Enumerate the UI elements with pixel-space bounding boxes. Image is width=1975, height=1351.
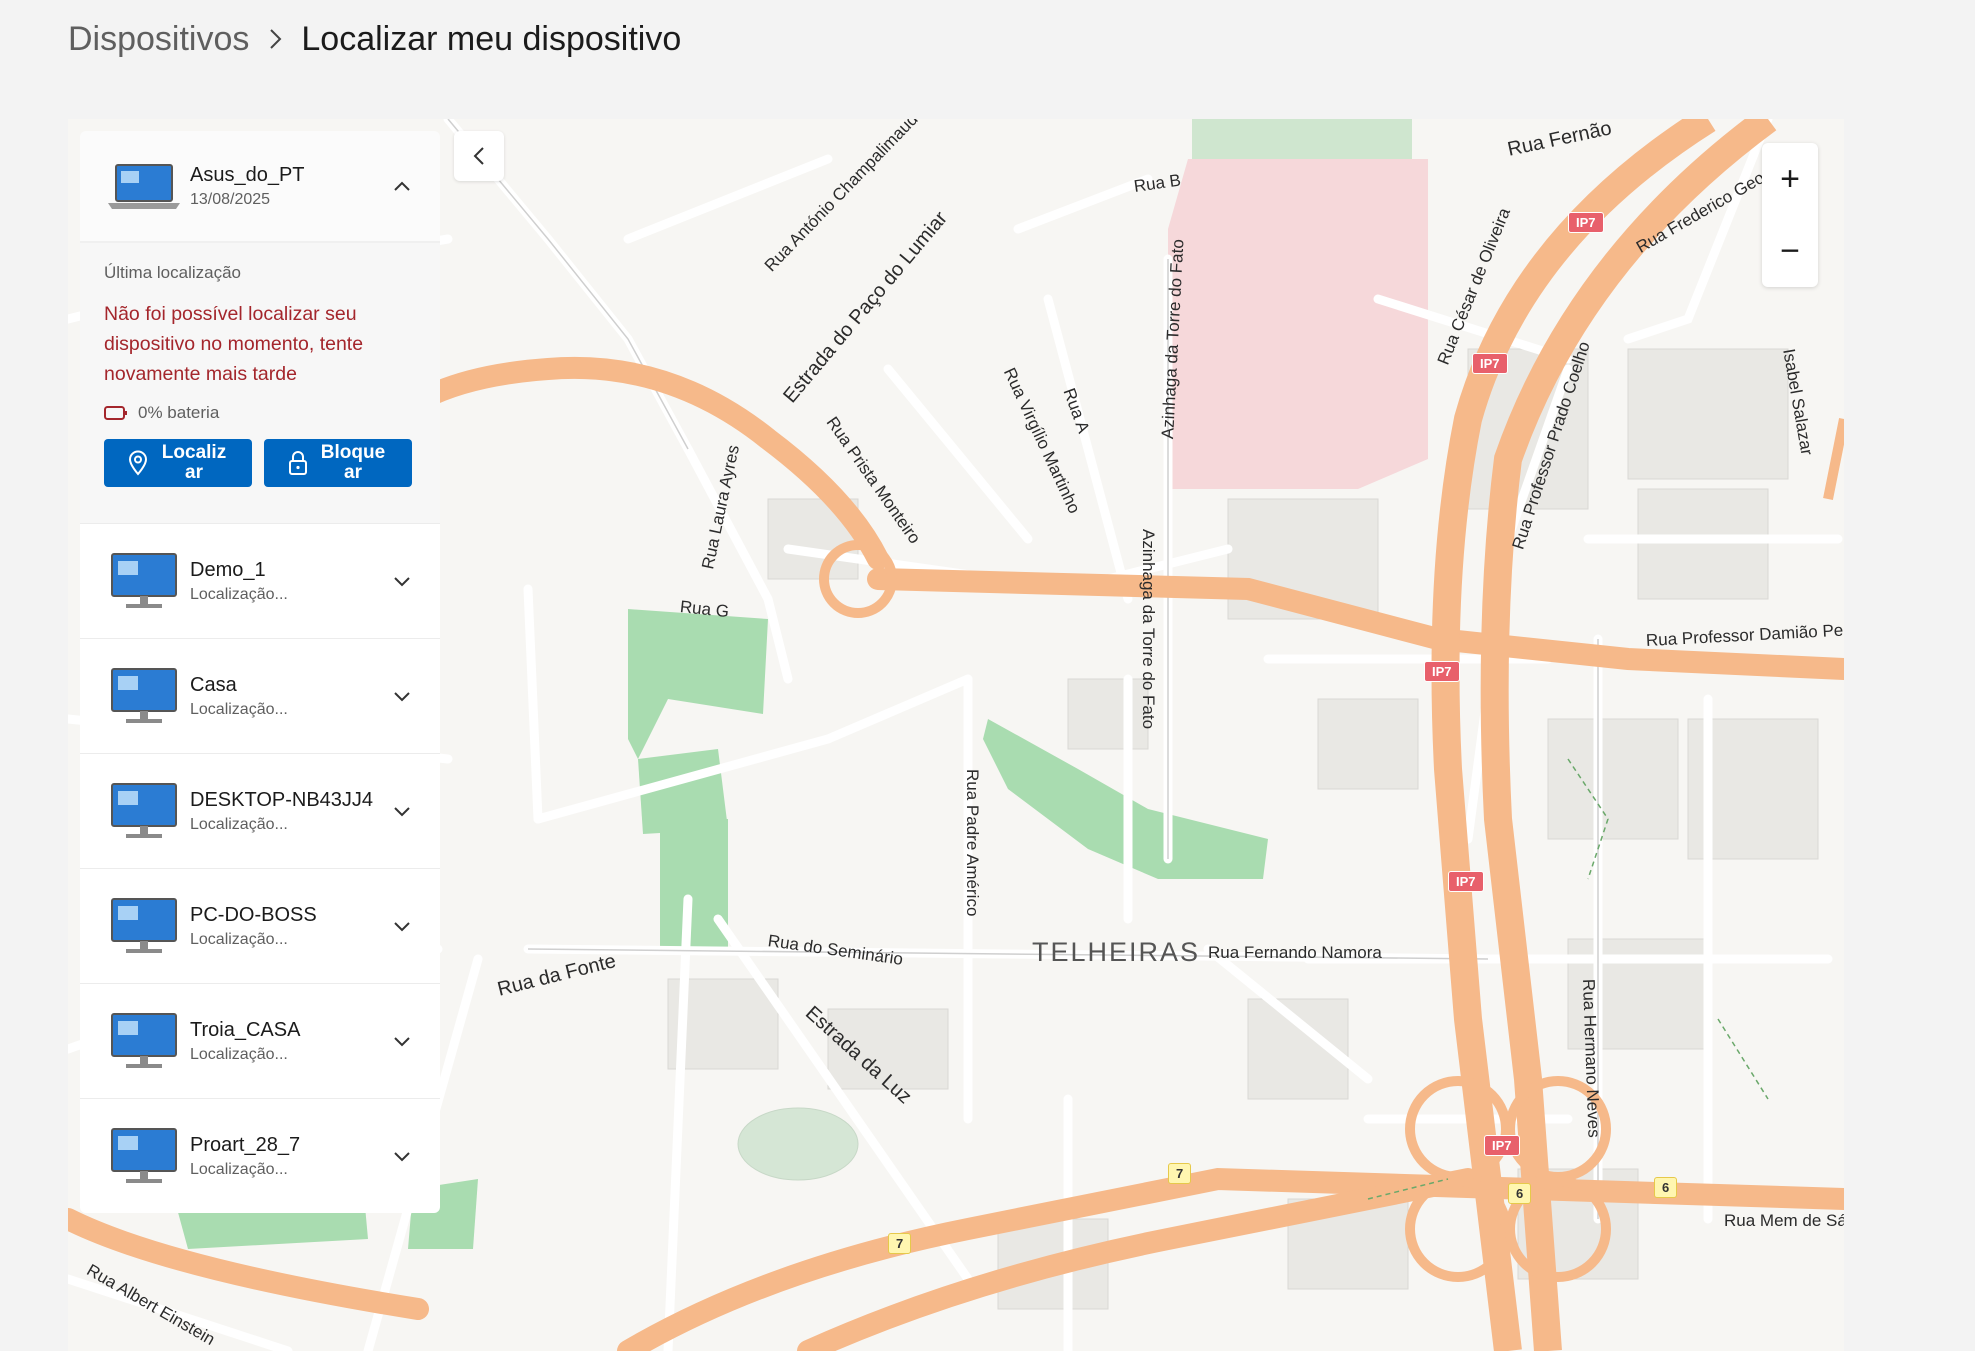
- desktop-icon: [111, 1128, 177, 1183]
- device-name: Troia_CASA: [190, 1018, 301, 1041]
- device-name: Asus_do_PT: [190, 163, 305, 186]
- desktop-icon: [111, 898, 177, 953]
- location-pin-icon: [128, 450, 148, 476]
- desktop-icon: [111, 668, 177, 723]
- chevron-up-icon[interactable]: [388, 172, 416, 200]
- device-status: Localização...: [190, 700, 288, 718]
- device-status: Localização...: [190, 585, 288, 603]
- desktop-icon: [111, 783, 177, 838]
- chevron-left-icon: [473, 147, 484, 165]
- road-shield-7: 7: [888, 1233, 912, 1254]
- device-actions: Localiz ar Bloque ar: [104, 439, 416, 487]
- lock-button-label: Bloque ar: [320, 442, 386, 483]
- locate-button[interactable]: Localiz ar: [104, 439, 252, 487]
- device-list-item[interactable]: Proart_28_7 Localização...: [80, 1098, 440, 1213]
- road-shield-6: 6: [1508, 1183, 1532, 1204]
- device-list-item[interactable]: Demo_1 Localização...: [80, 523, 440, 638]
- device-name: DESKTOP-NB43JJ4: [190, 788, 374, 811]
- page-title: Localizar meu dispositivo: [301, 19, 682, 58]
- road-shield-ip7: IP7: [1448, 871, 1484, 892]
- laptop-icon: [108, 164, 180, 209]
- breadcrumb-devices-link[interactable]: Dispositivos: [68, 20, 249, 59]
- desktop-icon: [111, 1013, 177, 1068]
- breadcrumb: Dispositivos Localizar meu dispositivo: [68, 14, 681, 64]
- device-status: Localização...: [190, 1160, 288, 1178]
- road-shield-ip7: IP7: [1568, 212, 1604, 233]
- device-list: Demo_1 Localização... Casa Localização..…: [80, 523, 440, 1213]
- battery-level: 0% bateria: [138, 403, 220, 422]
- chevron-down-icon[interactable]: [388, 682, 416, 710]
- device-list-item[interactable]: PC-DO-BOSS Localização...: [80, 868, 440, 983]
- street-label: Azinhaga da Torre do Fato: [1139, 529, 1158, 730]
- street-label: Rua Padre Américo: [963, 769, 982, 917]
- street-label: Rua Fernando Namora: [1208, 943, 1382, 962]
- chevron-down-icon[interactable]: [388, 1027, 416, 1055]
- zoom-in-button[interactable]: +: [1762, 143, 1818, 215]
- device-panel: Asus_do_PT 13/08/2025 Última localização…: [80, 131, 440, 1213]
- zoom-out-button[interactable]: −: [1762, 215, 1818, 287]
- road-shield-6: 6: [1654, 1177, 1678, 1198]
- last-location-label: Última localização: [104, 263, 241, 282]
- battery-status: 0% bateria: [104, 403, 416, 423]
- device-name: Casa: [190, 673, 237, 696]
- device-list-item[interactable]: DESKTOP-NB43JJ4 Localização...: [80, 753, 440, 868]
- lock-icon: [289, 451, 307, 475]
- zoom-control: + −: [1762, 143, 1818, 287]
- battery-icon: [104, 406, 127, 420]
- device-details: Última localização Não foi possível loca…: [80, 243, 440, 523]
- device-status: Localização...: [190, 815, 288, 833]
- locate-button-label: Localiz ar: [161, 442, 227, 483]
- collapse-panel-button[interactable]: [454, 131, 504, 181]
- device-status: Localização...: [190, 930, 288, 948]
- chevron-down-icon[interactable]: [388, 1142, 416, 1170]
- device-name: Demo_1: [190, 558, 266, 581]
- road-shield-ip7: IP7: [1484, 1135, 1520, 1156]
- road-shield-ip7: IP7: [1424, 661, 1460, 682]
- device-list-item[interactable]: Casa Localização...: [80, 638, 440, 753]
- chevron-down-icon[interactable]: [388, 912, 416, 940]
- map-town-label: TELHEIRAS: [1032, 937, 1201, 967]
- street-label: Rua Mem de Sá: [1724, 1211, 1844, 1230]
- device-card-selected[interactable]: Asus_do_PT 13/08/2025: [80, 131, 440, 243]
- chevron-down-icon[interactable]: [388, 797, 416, 825]
- chevron-right-icon: [263, 27, 287, 51]
- road-shield-7: 7: [1168, 1163, 1192, 1184]
- device-name: PC-DO-BOSS: [190, 903, 317, 926]
- device-list-item[interactable]: Troia_CASA Localização...: [80, 983, 440, 1098]
- device-date: 13/08/2025: [190, 190, 271, 208]
- device-status: Localização...: [190, 1045, 288, 1063]
- chevron-down-icon[interactable]: [388, 567, 416, 595]
- location-error-message: Não foi possível localizar seu dispositi…: [104, 303, 364, 385]
- lock-button[interactable]: Bloque ar: [264, 439, 412, 487]
- road-shield-ip7: IP7: [1472, 353, 1508, 374]
- desktop-icon: [111, 553, 177, 608]
- device-name: Proart_28_7: [190, 1133, 301, 1156]
